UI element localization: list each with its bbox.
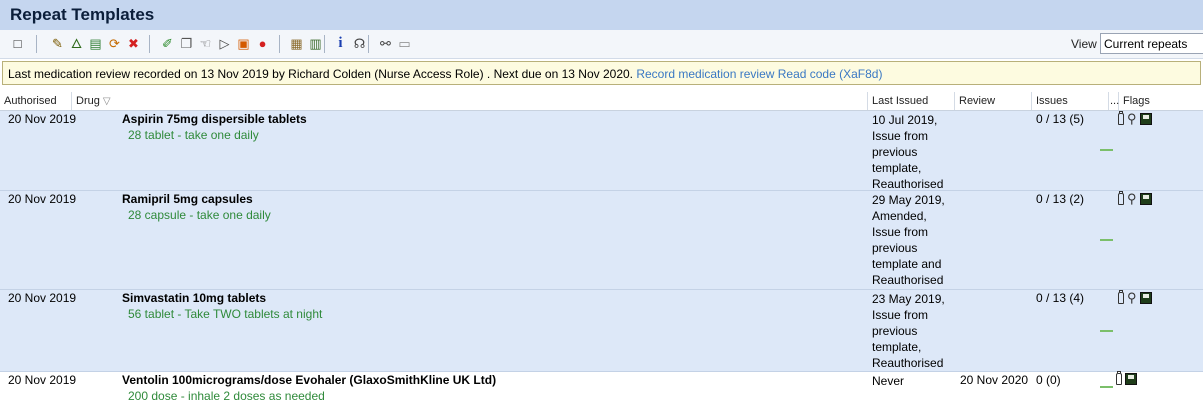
print-script-icon[interactable]: ▤	[88, 36, 103, 51]
chart-icon[interactable]: ▥	[308, 36, 323, 51]
dosage-instructions: 56 tablet - Take TWO tablets at night	[128, 307, 323, 321]
last-issued: 10 Jul 2019, Issue from previous templat…	[872, 113, 944, 191]
grid-icon[interactable]: ▦	[289, 36, 304, 51]
status-dash	[1100, 330, 1113, 332]
dosage-instructions: 28 capsule - take one daily	[128, 208, 271, 222]
pill-icon[interactable]	[1118, 190, 1124, 205]
save-icon[interactable]	[1139, 112, 1152, 125]
column-flags[interactable]: Flags	[1119, 92, 1203, 110]
view-select[interactable]: Current repeats	[1100, 33, 1203, 54]
play-icon[interactable]: ▷	[217, 36, 232, 51]
review-banner-text: Last medication review recorded on 13 No…	[8, 67, 637, 81]
toolbar: □ ✎ 🜂 ▤ ⟳ ✖ ✐ ❐ ☜ ▷ ▣ ● ▦ ▥ i ☊ ⚯ ▭	[0, 30, 1203, 59]
review-date: 20 Nov 2020	[960, 373, 1029, 387]
sort-icon: ▽	[102, 96, 111, 107]
person-icon[interactable]: ⚲	[1127, 192, 1137, 205]
last-issued: 23 May 2019, Issue from previous templat…	[872, 292, 945, 370]
flags-cell	[1116, 371, 1137, 385]
form-icon[interactable]: ▣	[236, 36, 251, 51]
status-dash	[1100, 386, 1113, 388]
pill-icon[interactable]	[1116, 371, 1122, 385]
toolbar-separator	[368, 35, 369, 53]
dosage-instructions: 200 dose - inhale 2 doses as needed	[128, 389, 325, 403]
dosage-instructions: 28 tablet - take one daily	[128, 128, 259, 142]
link-icon[interactable]: ⚯	[378, 36, 393, 51]
authorised-date: 20 Nov 2019	[8, 291, 77, 305]
pill-icon[interactable]	[1118, 110, 1124, 125]
flags-cell: ⚲	[1118, 289, 1152, 304]
toolbar-separator	[324, 35, 325, 53]
authorised-date: 20 Nov 2019	[8, 192, 77, 206]
medication-review-banner: Last medication review recorded on 13 No…	[2, 61, 1201, 85]
hand-icon[interactable]: ☜	[198, 36, 213, 51]
column-issues[interactable]: Issues	[1032, 92, 1109, 110]
drug-name: Aspirin 75mg dispersible tablets	[122, 112, 307, 126]
pharmacy-icon[interactable]: ☊	[352, 36, 367, 51]
medication-row[interactable]: 20 Nov 2019 Ventolin 100micrograms/dose E…	[0, 371, 1203, 414]
save-icon[interactable]	[1139, 291, 1152, 304]
last-issued: Never	[872, 374, 905, 388]
person-icon[interactable]: ⚲	[1127, 112, 1137, 125]
medication-row[interactable]: 20 Nov 2019 Ramipril 5mg capsules 28 capsu…	[0, 190, 1203, 290]
issue-icon[interactable]: 🜂	[69, 36, 84, 51]
grid-header: Authorised Drug ▽ Last Issued Review Iss…	[0, 92, 1203, 111]
toolbar-separator	[36, 35, 37, 53]
authorise-icon[interactable]: ✎	[50, 36, 65, 51]
person-icon[interactable]: ⚲	[1127, 291, 1137, 304]
medication-row[interactable]: 20 Nov 2019 Simvastatin 10mg tablets 56 ta…	[0, 289, 1203, 372]
toolbar-separator	[149, 35, 150, 53]
edit-icon[interactable]: ✐	[160, 36, 175, 51]
pill-icon[interactable]	[1118, 289, 1124, 304]
status-dash	[1100, 149, 1113, 151]
drug-name: Ramipril 5mg capsules	[122, 192, 253, 206]
medication-row[interactable]: 20 Nov 2019 Aspirin 75mg dispersible tabl…	[0, 110, 1203, 191]
drug-name: Simvastatin 10mg tablets	[122, 291, 267, 305]
column-last-issued[interactable]: Last Issued	[868, 92, 955, 110]
issue-count: 0 / 13 (5)	[1036, 112, 1085, 126]
copy-icon[interactable]: ❐	[179, 36, 194, 51]
column-review[interactable]: Review	[955, 92, 1032, 110]
issue-count: 0 / 13 (2)	[1036, 192, 1085, 206]
status-dash	[1100, 239, 1113, 241]
view-label: View	[1071, 37, 1097, 51]
record-review-link[interactable]: Record medication review Read code (XaF8…	[636, 67, 882, 81]
authorised-date: 20 Nov 2019	[8, 112, 77, 126]
save-icon[interactable]	[1125, 373, 1137, 385]
window-title: Repeat Templates	[0, 0, 1203, 30]
record-icon[interactable]: ●	[255, 36, 270, 51]
flags-cell: ⚲	[1118, 190, 1152, 205]
column-authorised[interactable]: Authorised	[0, 92, 72, 110]
review-icon[interactable]: ⟳	[107, 36, 122, 51]
column-drug[interactable]: Drug ▽	[72, 92, 868, 110]
drug-name: Ventolin 100micrograms/dose Evohaler (Gl…	[122, 373, 497, 387]
toolbar-separator	[279, 35, 280, 53]
save-icon[interactable]	[1139, 192, 1152, 205]
flags-cell: ⚲	[1118, 110, 1152, 125]
column-extra[interactable]: ...	[1109, 92, 1119, 110]
issue-count: 0 / 13 (4)	[1036, 291, 1085, 305]
authorised-date: 20 Nov 2019	[8, 373, 77, 387]
last-issued: 29 May 2019, Amended, Issue from previou…	[872, 193, 945, 287]
notes-icon[interactable]: ▭	[397, 36, 412, 51]
issue-count: 0 (0)	[1036, 373, 1061, 387]
info-icon[interactable]: i	[333, 36, 348, 51]
select-all-icon[interactable]: □	[10, 36, 25, 51]
delete-icon[interactable]: ✖	[126, 36, 141, 51]
